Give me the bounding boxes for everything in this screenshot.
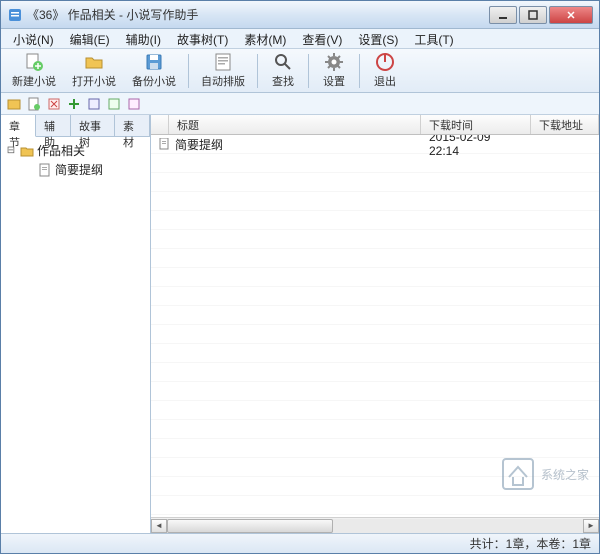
tree-collapse-icon[interactable]: ⊟ xyxy=(5,145,17,156)
window-controls xyxy=(489,6,593,24)
new-novel-button[interactable]: 新建小说 xyxy=(5,49,63,92)
find-button[interactable]: 查找 xyxy=(263,49,303,92)
watermark: 系统之家 xyxy=(501,457,589,491)
tool-label: 查找 xyxy=(272,73,294,89)
tree-child[interactable]: 简要提纲 xyxy=(5,160,146,179)
menu-storytree[interactable]: 故事树(T) xyxy=(169,29,236,48)
tool-label: 设置 xyxy=(323,73,345,89)
settings-icon xyxy=(324,52,344,72)
menubar: 小说(N) 编辑(E) 辅助(I) 故事树(T) 素材(M) 查看(V) 设置(… xyxy=(1,29,599,49)
minimize-button[interactable] xyxy=(489,6,517,24)
sidebar-tabs: 章节 辅助 故事树 素材 xyxy=(1,115,150,137)
toolbar-separator xyxy=(359,54,360,88)
tree-child-label: 简要提纲 xyxy=(55,161,103,178)
exit-button[interactable]: 退出 xyxy=(365,49,405,92)
new-novel-icon xyxy=(24,52,44,72)
main-area: 章节 辅助 故事树 素材 ⊟ 作品相关 简要提纲 xyxy=(1,115,599,533)
toolbar-separator xyxy=(257,54,258,88)
status-text: 共计：1章，本卷：1章 xyxy=(470,535,591,552)
small-tool-4[interactable] xyxy=(65,95,83,113)
auto-typeset-button[interactable]: 自动排版 xyxy=(194,49,252,92)
document-icon xyxy=(38,163,52,177)
list-row[interactable]: 简要提纲 2015-02-09 22:14 xyxy=(151,135,599,153)
toolbar-separator xyxy=(188,54,189,88)
backup-novel-icon xyxy=(144,52,164,72)
app-window: 《36》 作品相关 - 小说写作助手 小说(N) 编辑(E) 辅助(I) 故事树… xyxy=(0,0,600,554)
settings-button[interactable]: 设置 xyxy=(314,49,354,92)
small-tool-3[interactable] xyxy=(45,95,63,113)
toolbar-separator xyxy=(308,54,309,88)
row-time: 2015-02-09 22:14 xyxy=(429,135,523,158)
tool-label: 新建小说 xyxy=(12,73,56,89)
menu-view[interactable]: 查看(V) xyxy=(294,29,350,48)
small-tool-6[interactable] xyxy=(105,95,123,113)
small-tool-2[interactable] xyxy=(25,95,43,113)
small-tool-7[interactable] xyxy=(125,95,143,113)
chapter-tree: ⊟ 作品相关 简要提纲 xyxy=(1,137,150,533)
backup-novel-button[interactable]: 备份小说 xyxy=(125,49,183,92)
col-url[interactable]: 下载地址 xyxy=(531,115,599,134)
close-button[interactable] xyxy=(549,6,593,24)
scroll-track[interactable] xyxy=(167,519,583,533)
col-title[interactable]: 标题 xyxy=(169,115,421,134)
titlebar: 《36》 作品相关 - 小说写作助手 xyxy=(1,1,599,29)
list-header: 标题 下载时间 下载地址 xyxy=(151,115,599,135)
menu-edit[interactable]: 编辑(E) xyxy=(62,29,118,48)
small-tool-5[interactable] xyxy=(85,95,103,113)
toolbar: 新建小说 打开小说 备份小说 自动排版 查找 设置 退出 xyxy=(1,49,599,93)
content-pane: 标题 下载时间 下载地址 简要提纲 2015-02-09 22:14 系统之家 xyxy=(151,115,599,533)
app-icon xyxy=(7,7,23,23)
menu-tools[interactable]: 工具(T) xyxy=(406,29,461,48)
watermark-text: 系统之家 xyxy=(541,466,589,483)
menu-assist[interactable]: 辅助(I) xyxy=(118,29,169,48)
sidebar: 章节 辅助 故事树 素材 ⊟ 作品相关 简要提纲 xyxy=(1,115,151,533)
small-tool-1[interactable] xyxy=(5,95,23,113)
small-toolbar xyxy=(1,93,599,115)
menu-settings[interactable]: 设置(S) xyxy=(350,29,406,48)
tab-assist[interactable]: 辅助 xyxy=(36,115,71,136)
window-title: 《36》 作品相关 - 小说写作助手 xyxy=(27,6,489,23)
auto-typeset-icon xyxy=(213,52,233,72)
tool-label: 打开小说 xyxy=(72,73,116,89)
open-novel-button[interactable]: 打开小说 xyxy=(65,49,123,92)
scroll-thumb[interactable] xyxy=(167,519,333,533)
folder-icon xyxy=(20,144,34,158)
menu-material[interactable]: 素材(M) xyxy=(236,29,294,48)
tree-root[interactable]: ⊟ 作品相关 xyxy=(5,141,146,160)
col-time[interactable]: 下载时间 xyxy=(421,115,531,134)
col-icon[interactable] xyxy=(151,115,169,134)
tool-label: 备份小说 xyxy=(132,73,176,89)
row-title: 简要提纲 xyxy=(175,136,223,153)
find-icon xyxy=(273,52,293,72)
horizontal-scrollbar: ◄ ► xyxy=(151,517,599,533)
tool-label: 退出 xyxy=(374,73,396,89)
scroll-right-button[interactable]: ► xyxy=(583,519,599,533)
list-body[interactable]: 简要提纲 2015-02-09 22:14 系统之家 xyxy=(151,135,599,517)
tool-label: 自动排版 xyxy=(201,73,245,89)
open-novel-icon xyxy=(84,52,104,72)
tree-root-label: 作品相关 xyxy=(37,142,85,159)
tab-material[interactable]: 素材 xyxy=(115,115,150,136)
document-icon xyxy=(159,138,171,150)
tab-storytree[interactable]: 故事树 xyxy=(71,115,115,136)
maximize-button[interactable] xyxy=(519,6,547,24)
scroll-left-button[interactable]: ◄ xyxy=(151,519,167,533)
statusbar: 共计：1章，本卷：1章 xyxy=(1,533,599,553)
menu-novel[interactable]: 小说(N) xyxy=(5,29,62,48)
tab-chapter[interactable]: 章节 xyxy=(1,115,36,137)
exit-icon xyxy=(375,52,395,72)
